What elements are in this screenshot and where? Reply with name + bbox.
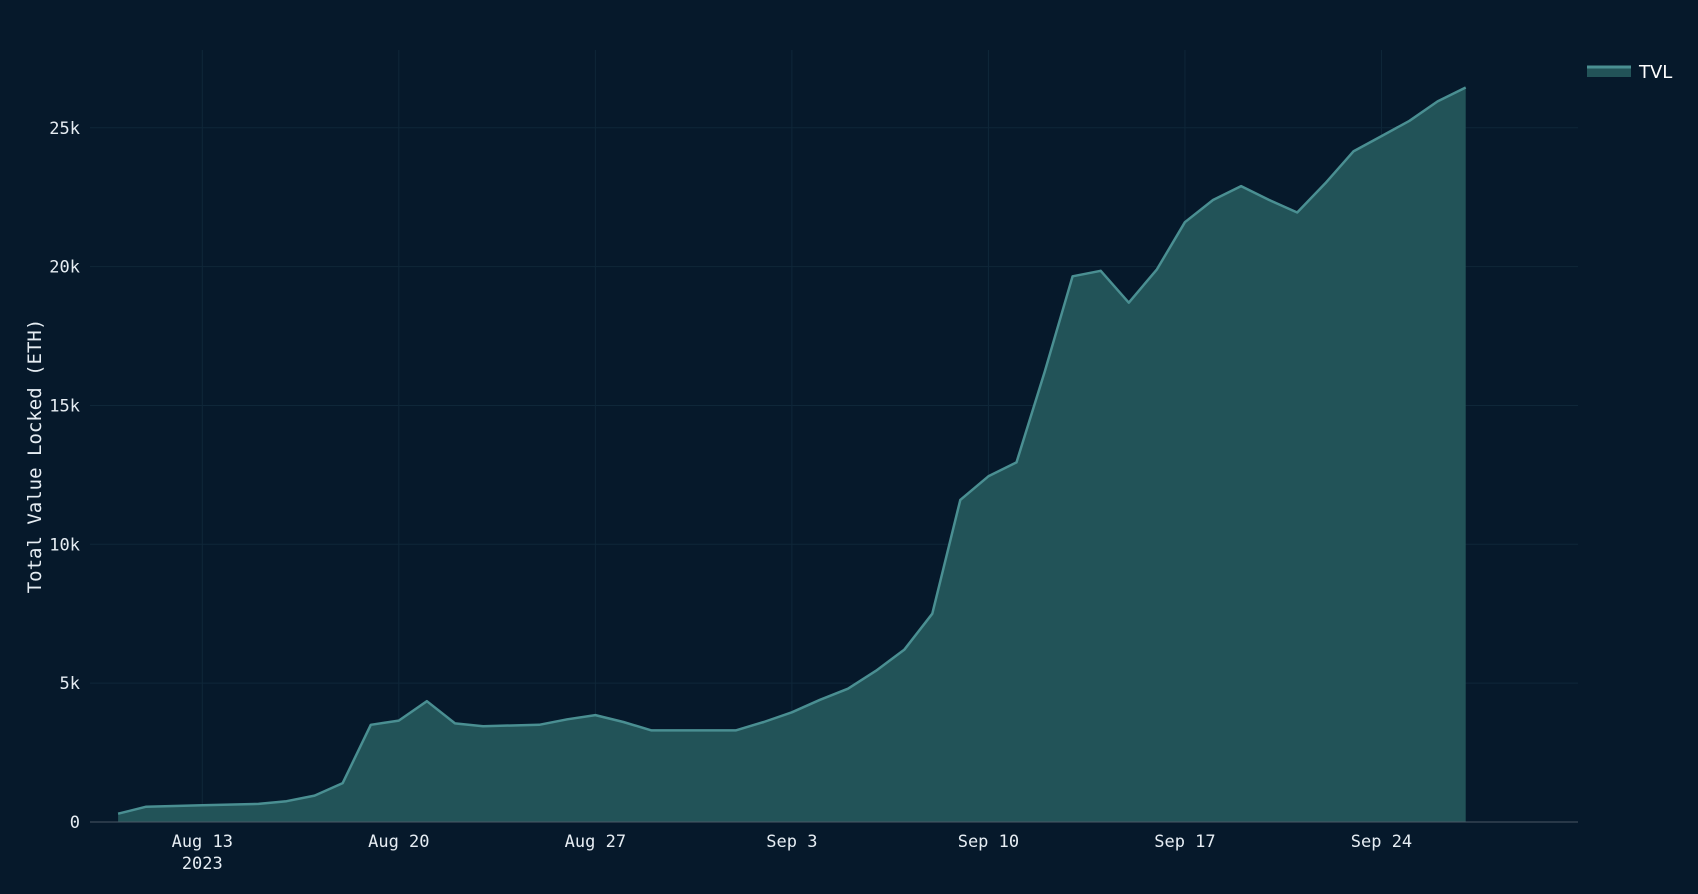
data-point[interactable]: [534, 720, 544, 730]
x-tick-label: Sep 17: [1154, 832, 1215, 852]
data-point[interactable]: [955, 495, 965, 505]
data-point[interactable]: [1152, 264, 1162, 274]
data-point[interactable]: [1377, 131, 1387, 141]
tvl-chart: 0 5k 10k 15k 20k 25k Aug 13 2023 Aug 20 Aug 27 Se…: [0, 0, 1698, 894]
data-point[interactable]: [282, 796, 292, 806]
x-axis-ticks: Aug 132023 Aug 20 Aug 27 Sep 3 Sep 10 Sep 17 S…: [172, 832, 1413, 874]
data-point[interactable]: [843, 684, 853, 694]
data-point[interactable]: [1433, 96, 1443, 106]
chart-canvas: 0 5k 10k 15k 20k 25k Aug 132023 Aug 20 Aug 27 Se…: [24, 50, 1672, 874]
x-tick-label: Sep 24: [1351, 832, 1412, 852]
data-point[interactable]: [197, 800, 207, 810]
data-point[interactable]: [1264, 195, 1274, 205]
data-point[interactable]: [1040, 367, 1050, 377]
data-point[interactable]: [1068, 271, 1078, 281]
data-point[interactable]: [338, 778, 348, 788]
y-tick-label: 15k: [49, 396, 80, 416]
x-tick-label: Aug 13: [172, 832, 233, 852]
data-point[interactable]: [1348, 146, 1358, 156]
data-point[interactable]: [254, 799, 264, 809]
data-point[interactable]: [590, 710, 600, 720]
x-tick-label: Aug 27: [565, 832, 626, 852]
data-point[interactable]: [1320, 178, 1330, 188]
x-tick-label: Sep 3: [766, 832, 817, 852]
data-point[interactable]: [310, 791, 320, 801]
data-point[interactable]: [787, 707, 797, 717]
data-point[interactable]: [1180, 217, 1190, 227]
x-tick-label: Sep 10: [958, 832, 1019, 852]
data-point[interactable]: [983, 471, 993, 481]
y-tick-label: 5k: [60, 674, 80, 694]
legend-label-tvl: TVL: [1638, 62, 1672, 83]
y-axis-ticks: 0 5k 10k 15k 20k 25k: [49, 119, 80, 833]
data-point[interactable]: [731, 725, 741, 735]
data-point[interactable]: [871, 666, 881, 676]
data-point[interactable]: [1124, 298, 1134, 308]
data-point[interactable]: [141, 802, 151, 812]
data-point[interactable]: [1405, 116, 1415, 126]
x-tick-label: Aug 20: [368, 832, 429, 852]
data-point[interactable]: [759, 717, 769, 727]
data-point[interactable]: [366, 720, 376, 730]
data-point[interactable]: [394, 716, 404, 726]
data-point[interactable]: [1096, 266, 1106, 276]
data-point[interactable]: [815, 695, 825, 705]
data-point[interactable]: [113, 809, 123, 819]
y-tick-label: 0: [70, 813, 80, 833]
data-point[interactable]: [1012, 457, 1022, 467]
data-point[interactable]: [927, 609, 937, 619]
y-tick-label: 10k: [49, 535, 80, 555]
data-point[interactable]: [1461, 83, 1471, 93]
data-point[interactable]: [450, 718, 460, 728]
data-point[interactable]: [647, 725, 657, 735]
data-point[interactable]: [618, 717, 628, 727]
data-point[interactable]: [478, 721, 488, 731]
legend[interactable]: TVL: [1587, 62, 1672, 83]
data-point[interactable]: [1292, 208, 1302, 218]
data-point[interactable]: [899, 645, 909, 655]
data-point[interactable]: [1236, 181, 1246, 191]
data-point[interactable]: [422, 696, 432, 706]
y-tick-label: 25k: [49, 119, 80, 139]
y-tick-label: 20k: [49, 258, 80, 278]
x-tick-year-label: 2023: [182, 854, 223, 874]
y-axis-title: Total Value Locked (ETH): [24, 319, 46, 594]
data-point[interactable]: [1208, 195, 1218, 205]
data-point[interactable]: [562, 714, 572, 724]
